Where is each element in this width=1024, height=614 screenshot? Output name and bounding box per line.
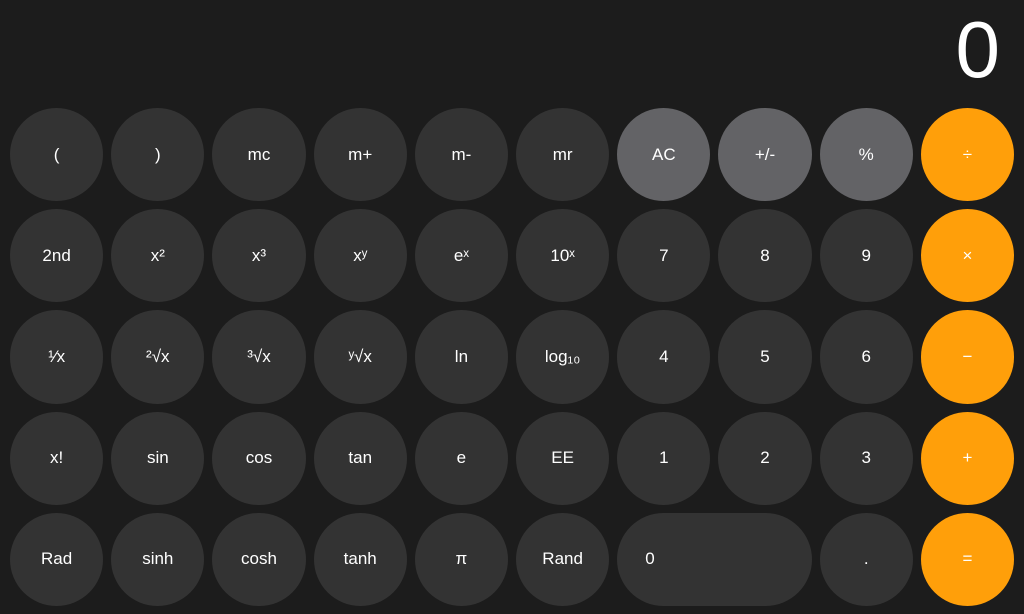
m-minus-button[interactable]: m- xyxy=(415,108,508,201)
add-button[interactable]: + xyxy=(921,412,1014,505)
4-button[interactable]: 4 xyxy=(617,310,710,403)
sqrt2-button[interactable]: ²√x xyxy=(111,310,204,403)
mr-button[interactable]: mr xyxy=(516,108,609,201)
sqrt3-button[interactable]: ³√x xyxy=(212,310,305,403)
cos-button[interactable]: cos xyxy=(212,412,305,505)
5-button[interactable]: 5 xyxy=(718,310,811,403)
2nd-button[interactable]: 2nd xyxy=(10,209,103,302)
m-plus-button[interactable]: m+ xyxy=(314,108,407,201)
sinh-button[interactable]: sinh xyxy=(111,513,204,606)
3-button[interactable]: 3 xyxy=(820,412,913,505)
decimal-button[interactable]: . xyxy=(820,513,913,606)
tanh-button[interactable]: tanh xyxy=(314,513,407,606)
0-button[interactable]: 0 xyxy=(617,513,811,606)
8-button[interactable]: 8 xyxy=(718,209,811,302)
x2-button[interactable]: x² xyxy=(111,209,204,302)
e-button[interactable]: e xyxy=(415,412,508,505)
ee-button[interactable]: EE xyxy=(516,412,609,505)
divide-button[interactable]: ÷ xyxy=(921,108,1014,201)
open-paren-button[interactable]: ( xyxy=(10,108,103,201)
log10-button[interactable]: log₁₀ xyxy=(516,310,609,403)
display-value: 0 xyxy=(956,10,1001,90)
percent-button[interactable]: % xyxy=(820,108,913,201)
1-button[interactable]: 1 xyxy=(617,412,710,505)
7-button[interactable]: 7 xyxy=(617,209,710,302)
plus-minus-button[interactable]: +/- xyxy=(718,108,811,201)
2-button[interactable]: 2 xyxy=(718,412,811,505)
ac-button[interactable]: AC xyxy=(617,108,710,201)
factorial-button[interactable]: x! xyxy=(10,412,103,505)
cosh-button[interactable]: cosh xyxy=(212,513,305,606)
pi-button[interactable]: π xyxy=(415,513,508,606)
close-paren-button[interactable]: ) xyxy=(111,108,204,201)
equals-button[interactable]: = xyxy=(921,513,1014,606)
6-button[interactable]: 6 xyxy=(820,310,913,403)
tan-button[interactable]: tan xyxy=(314,412,407,505)
multiply-button[interactable]: × xyxy=(921,209,1014,302)
subtract-button[interactable]: − xyxy=(921,310,1014,403)
sqrty-button[interactable]: ʸ√x xyxy=(314,310,407,403)
10x-button[interactable]: 10ˣ xyxy=(516,209,609,302)
rad-button[interactable]: Rad xyxy=(10,513,103,606)
ex-button[interactable]: eˣ xyxy=(415,209,508,302)
ln-button[interactable]: ln xyxy=(415,310,508,403)
inv-x-button[interactable]: ¹⁄x xyxy=(10,310,103,403)
calculator-grid: ()mcm+m-mrAC+/-%÷ 2ndx²x³xʸeˣ10ˣ789× ¹⁄x²√… xyxy=(0,100,1024,614)
9-button[interactable]: 9 xyxy=(820,209,913,302)
sin-button[interactable]: sin xyxy=(111,412,204,505)
display: 0 xyxy=(0,0,1024,100)
xy-button[interactable]: xʸ xyxy=(314,209,407,302)
mc-button[interactable]: mc xyxy=(212,108,305,201)
x3-button[interactable]: x³ xyxy=(212,209,305,302)
rand-button[interactable]: Rand xyxy=(516,513,609,606)
